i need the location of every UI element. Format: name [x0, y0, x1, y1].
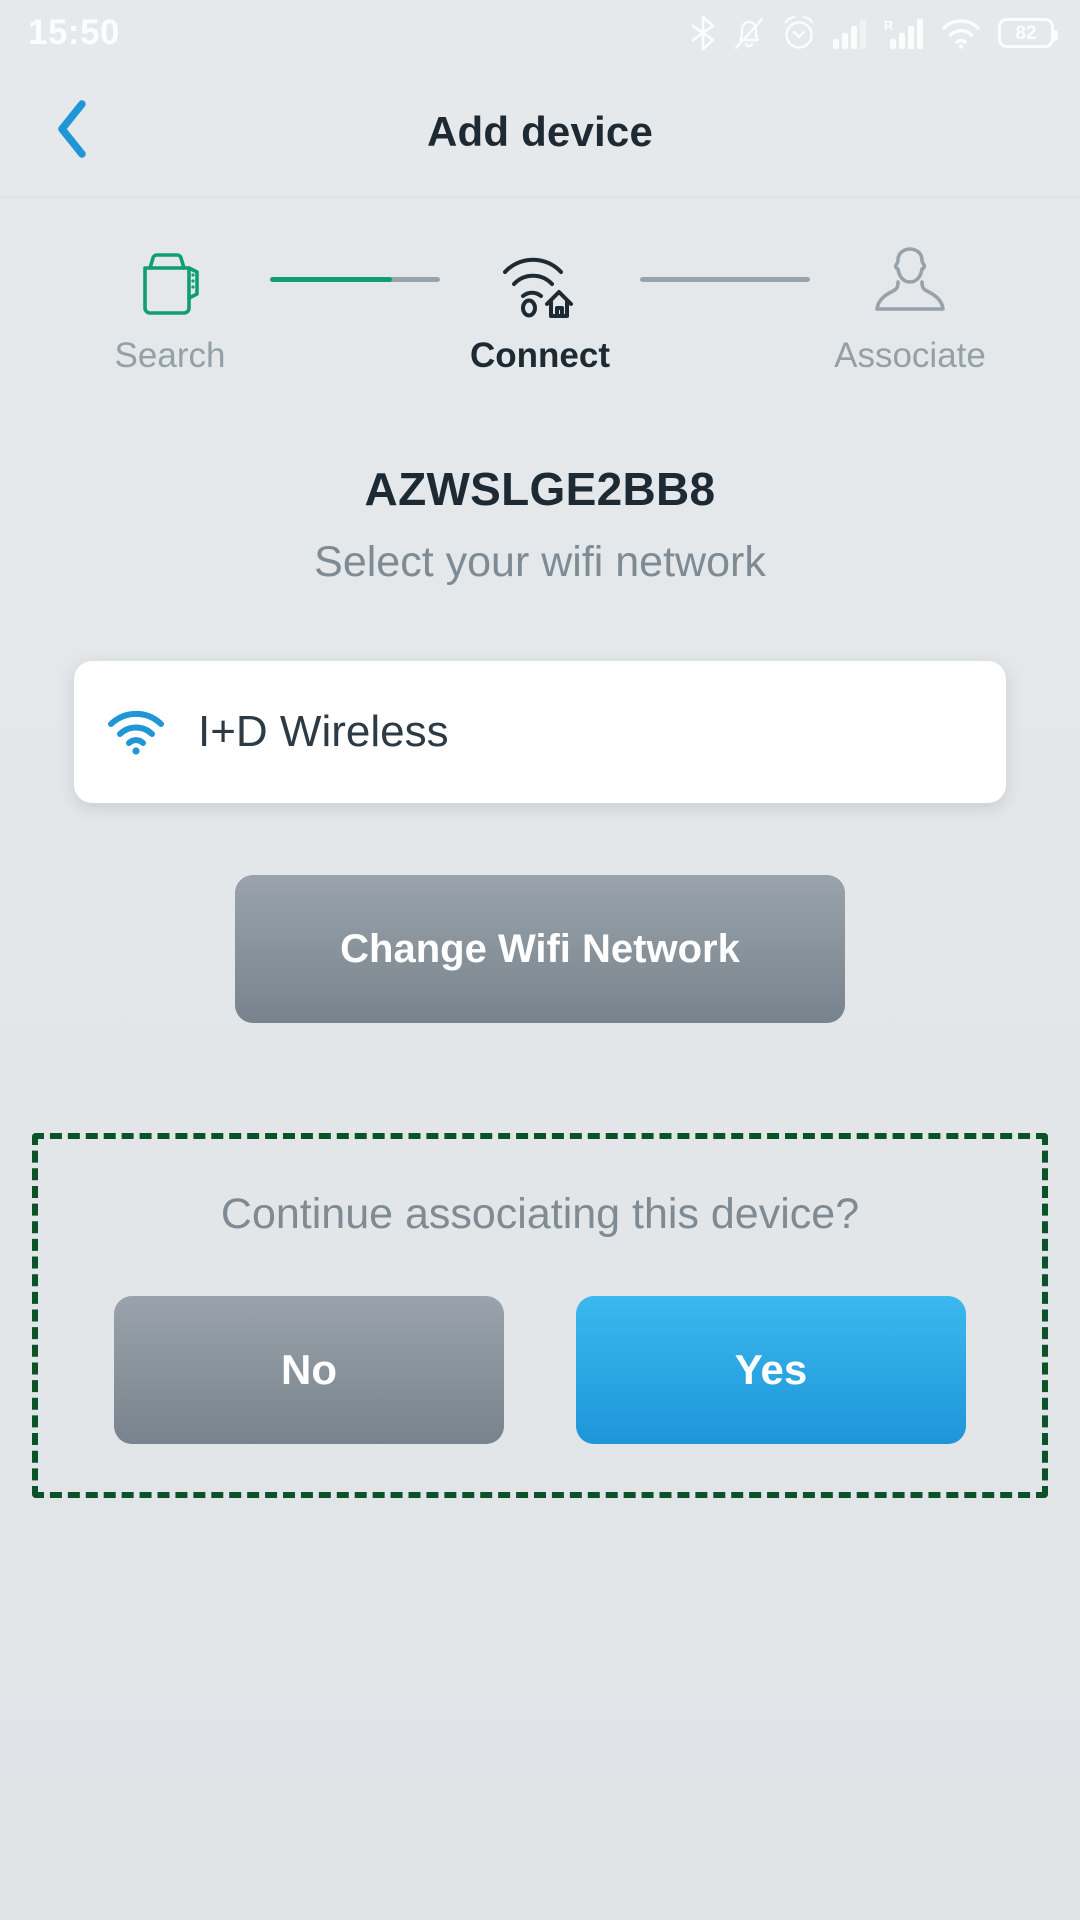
connector-track-1 — [270, 276, 440, 282]
step-label-associate: Associate — [834, 336, 986, 375]
step-connect[interactable]: Connect — [440, 240, 640, 376]
connector-fill-1 — [270, 276, 393, 282]
page-title: Add device — [426, 107, 654, 155]
confirm-button-row: No Yes — [78, 1296, 1002, 1445]
wifi-home-icon — [497, 240, 583, 318]
no-button[interactable]: No — [114, 1296, 504, 1445]
step-label-connect: Connect — [470, 336, 610, 375]
step-search[interactable]: Search — [70, 240, 270, 376]
stepper-connector-2 — [640, 240, 810, 318]
bluetooth-icon — [690, 15, 716, 51]
signal-bars-icon — [833, 17, 867, 49]
yes-button[interactable]: Yes — [576, 1296, 966, 1445]
back-button[interactable] — [38, 97, 108, 167]
wifi-icon — [106, 708, 166, 756]
user-person-icon — [870, 240, 950, 318]
stepper-connector-1 — [270, 240, 440, 318]
connector-track-2 — [640, 276, 810, 282]
status-icon-group: R 82 — [690, 15, 1058, 51]
step-associate[interactable]: Associate — [810, 240, 1010, 376]
selected-wifi-card[interactable]: I+D Wireless — [74, 661, 1006, 803]
svg-text:R: R — [884, 18, 894, 33]
alarm-clock-icon — [782, 15, 816, 51]
signal-bars-roaming-icon: R — [884, 17, 924, 49]
chevron-left-icon — [52, 98, 94, 165]
step-label-search: Search — [114, 336, 226, 375]
device-box-icon — [131, 240, 209, 318]
status-bar: 15:50 R 82 — [0, 0, 1080, 66]
instruction-subtitle: Select your wifi network — [314, 538, 766, 586]
status-clock: 15:50 — [28, 13, 121, 52]
wifi-icon — [941, 17, 981, 49]
battery-level-label: 82 — [1015, 22, 1037, 44]
wifi-ssid-label: I+D Wireless — [198, 707, 449, 756]
device-name: AZWSLGE2BB8 — [364, 463, 716, 515]
confirm-message: Continue associating this device? — [220, 1190, 860, 1238]
progress-stepper: Search Connect Associate — [0, 198, 1080, 376]
bell-muted-icon — [733, 15, 765, 51]
app-header: Add device — [0, 66, 1080, 198]
associate-confirm-box: Continue associating this device? No Yes — [32, 1133, 1048, 1499]
main-content: AZWSLGE2BB8 Select your wifi network I+D… — [0, 376, 1080, 1920]
mobile-screen: 15:50 R 82 Add device Search Connect Ass… — [0, 0, 1080, 1920]
change-wifi-network-button[interactable]: Change Wifi Network — [235, 875, 845, 1023]
battery-icon: 82 — [998, 18, 1058, 48]
